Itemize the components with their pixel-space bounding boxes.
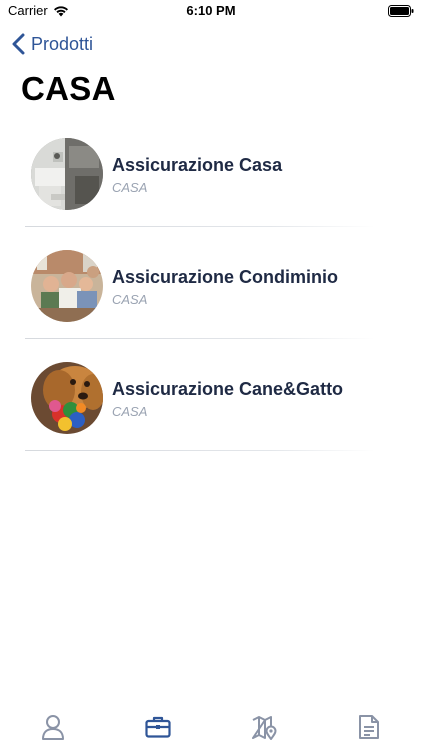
tab-products[interactable] <box>128 712 188 742</box>
document-icon <box>359 715 380 739</box>
list-divider <box>25 338 375 339</box>
tab-bar <box>0 700 422 750</box>
back-button-label: Prodotti <box>31 33 94 54</box>
status-bar: Carrier 6:10 PM <box>0 0 422 22</box>
back-button[interactable]: Prodotti <box>12 30 93 58</box>
product-category: CASA <box>112 404 148 419</box>
product-name: Assicurazione Casa <box>112 155 283 175</box>
product-name: Assicurazione Condiminio <box>112 267 339 287</box>
product-list: Assicurazione Casa CASA Assicurazione Co… <box>0 134 422 470</box>
product-thumbnail <box>31 362 103 434</box>
user-icon <box>41 715 64 740</box>
product-thumbnail <box>31 250 103 322</box>
tab-profile[interactable] <box>23 712 83 742</box>
tab-map[interactable] <box>234 712 294 742</box>
list-item[interactable]: Assicurazione Cane&Gatto CASA <box>0 358 422 470</box>
clock: 6:10 PM <box>186 3 236 18</box>
list-item[interactable]: Assicurazione Condiminio CASA <box>0 246 422 358</box>
product-category: CASA <box>112 292 148 307</box>
list-item[interactable]: Assicurazione Casa CASA <box>0 134 422 246</box>
chevron-left-icon <box>12 33 25 55</box>
list-divider <box>25 450 375 451</box>
map-pin-icon <box>251 716 277 740</box>
battery-icon <box>388 5 414 17</box>
page-title: CASA <box>21 70 116 107</box>
product-thumbnail <box>31 138 103 210</box>
product-category: CASA <box>112 180 148 195</box>
product-name: Assicurazione Cane&Gatto <box>112 379 344 399</box>
briefcase-icon <box>145 716 171 738</box>
list-divider <box>25 226 375 227</box>
tab-documents[interactable] <box>339 712 399 742</box>
